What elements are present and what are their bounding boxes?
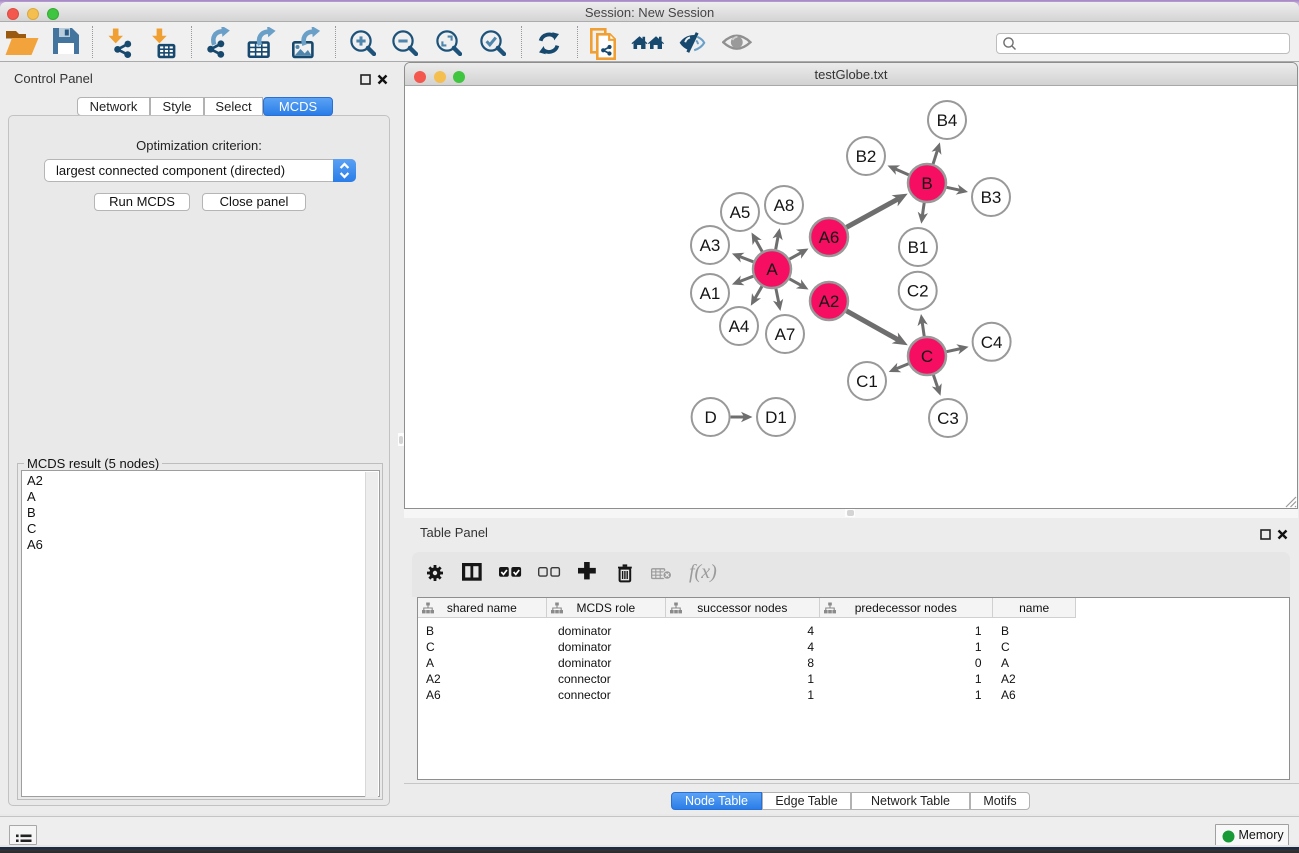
svg-text:B1: B1: [908, 238, 929, 257]
svg-text:B: B: [921, 174, 932, 193]
svg-text:A8: A8: [774, 196, 795, 215]
svg-text:C: C: [921, 347, 933, 366]
svg-text:A7: A7: [775, 325, 796, 344]
svg-text:A2: A2: [819, 292, 840, 311]
svg-text:C2: C2: [907, 282, 929, 301]
svg-text:A: A: [766, 260, 778, 279]
svg-text:A1: A1: [700, 284, 721, 303]
svg-text:C3: C3: [937, 409, 959, 428]
svg-text:A3: A3: [700, 236, 721, 255]
svg-text:B4: B4: [937, 111, 958, 130]
svg-text:D: D: [704, 408, 716, 427]
svg-text:C1: C1: [856, 372, 878, 391]
svg-text:A5: A5: [730, 203, 751, 222]
svg-text:B2: B2: [856, 147, 877, 166]
svg-text:D1: D1: [765, 408, 787, 427]
svg-text:A4: A4: [729, 317, 750, 336]
svg-text:B3: B3: [981, 188, 1002, 207]
svg-text:A6: A6: [819, 228, 840, 247]
svg-text:C4: C4: [981, 333, 1003, 352]
